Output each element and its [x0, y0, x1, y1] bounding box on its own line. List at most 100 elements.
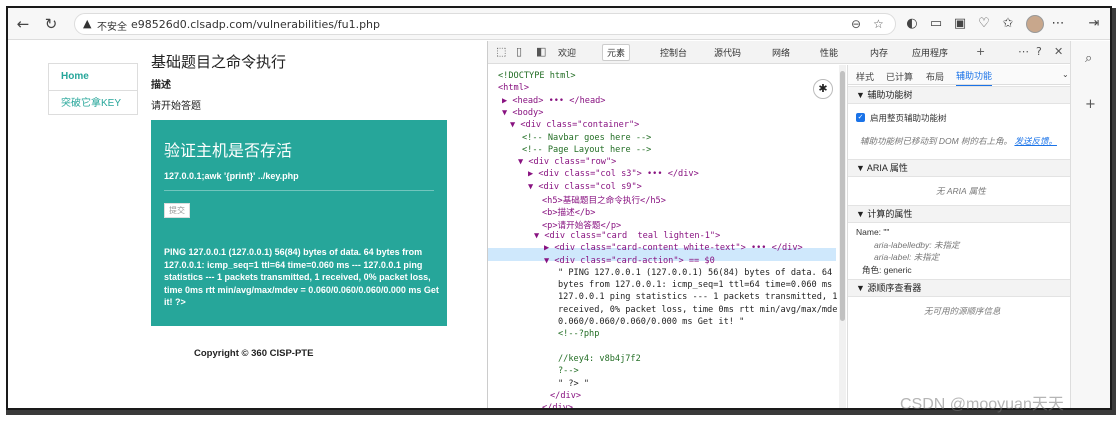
dom-line[interactable]: bytes from 127.0.0.1: icmp_seq=1 ttl=64 … — [558, 280, 838, 290]
ping-output: PING 127.0.0.1 (127.0.0.1) 56(84) bytes … — [164, 247, 439, 307]
devtools-tab-bar: ⬚ ▯ ◧ 欢迎 元素 控制台 源代码 网络 性能 内存 应用程序 + ⋯ ? … — [488, 41, 1070, 64]
no-aria-text: 无 ARIA 属性 — [936, 186, 986, 196]
sidebar-toggle-icon[interactable]: ⇥ — [1086, 16, 1102, 31]
favorite-star-icon[interactable]: ☆ — [873, 17, 884, 31]
tab-elements[interactable]: 元素 — [602, 44, 631, 61]
ping-card: 验证主机是否存活 127.0.0.1;awk '{print}' ../key.… — [151, 120, 447, 326]
browser-toolbar: ← ↻ ▲ 不安全 e98526d0.clsadp.com/vulnerabil… — [8, 8, 1110, 40]
side-tab-styles[interactable]: 样式 — [856, 70, 874, 83]
profile-avatar[interactable] — [1026, 15, 1044, 33]
dom-line[interactable]: ▼ <div class="container"> — [510, 120, 639, 130]
panel-toggle-icon[interactable]: ◧ — [536, 45, 546, 58]
dom-line[interactable]: <!DOCTYPE html> — [498, 71, 576, 81]
dom-line[interactable]: ▶ <div class="col s3"> ••• </div> — [528, 169, 699, 179]
dom-line[interactable]: " PING 127.0.0.1 (127.0.0.1) 56(84) byte… — [558, 268, 832, 278]
edge-sidebar: ⌕ + — [1070, 41, 1110, 408]
refresh-icon[interactable]: ↻ — [42, 15, 60, 33]
tab-welcome[interactable]: 欢迎 — [558, 46, 576, 59]
tab-console[interactable]: 控制台 — [660, 46, 687, 59]
dom-line[interactable]: ▶ <head> ••• </head> — [502, 96, 605, 106]
source-order-header[interactable]: ▼ 源顺序查看器 — [848, 279, 1071, 297]
zoom-icon[interactable]: ⊖ — [851, 17, 861, 31]
dom-line[interactable]: ?--> — [558, 366, 579, 376]
feedback-link[interactable]: 发送反馈。 — [1014, 136, 1057, 146]
favorites-icon[interactable]: ✩ — [1000, 16, 1016, 31]
close-devtools-icon[interactable]: ✕ — [1054, 45, 1063, 58]
dom-line[interactable]: <p>请开始答题</p> — [542, 219, 621, 231]
dom-line[interactable]: </div> — [542, 403, 573, 408]
name-property[interactable]: Name: "" — [856, 227, 889, 237]
tab-memory[interactable]: 内存 — [870, 46, 888, 59]
accessibility-icon[interactable]: ✱ — [813, 79, 833, 99]
dom-line[interactable]: <b>描述</b> — [542, 206, 595, 218]
checkbox-icon[interactable]: ✓ — [856, 113, 865, 122]
more-menu-icon[interactable]: ⋯ — [1050, 16, 1066, 31]
tab-network[interactable]: 网络 — [772, 46, 790, 59]
device-toolbar-icon[interactable]: ▯ — [516, 45, 522, 58]
dom-line[interactable]: <!-- Page Layout here --> — [522, 145, 651, 155]
side-tab-computed[interactable]: 已计算 — [886, 70, 913, 83]
web-page: Home 突破它拿KEY 基础题目之命令执行 描述 请开始答题 验证主机是否存活… — [8, 41, 486, 408]
dom-line[interactable]: </div> — [550, 391, 581, 401]
dom-line[interactable]: ▼ <div class="card teal lighten-1"> — [534, 231, 720, 241]
side-nav: Home 突破它拿KEY — [48, 63, 138, 115]
dom-line[interactable]: ▶ <div class="card-content white-text"> … — [544, 243, 803, 253]
search-icon[interactable]: ⌕ — [1085, 51, 1092, 66]
insecure-label: 不安全 — [97, 22, 127, 33]
full-page-a11y-label: 启用整页辅助功能树 — [870, 113, 947, 123]
devtools-more-icon[interactable]: ⋯ — [1018, 45, 1029, 58]
dom-line[interactable]: ▼ <div class="row"> — [518, 157, 616, 167]
elements-tree[interactable]: <!DOCTYPE html> <html> ▶ <head> ••• </head… — [488, 65, 838, 408]
add-tab-icon[interactable]: + — [976, 45, 985, 58]
dom-line[interactable]: //key4: v8b4j7f2 — [558, 354, 641, 364]
url-text[interactable]: e98526d0.clsadp.com/vulnerabilities/fu1.… — [131, 18, 380, 31]
command-input[interactable]: 127.0.0.1;awk '{print}' ../key.php — [164, 171, 299, 181]
add-icon[interactable]: + — [1085, 97, 1096, 112]
no-source-order-text: 无可用的源顺序信息 — [924, 306, 1001, 316]
inspect-icon[interactable]: ⬚ — [496, 45, 506, 58]
extension-icon[interactable]: ◐ — [904, 16, 920, 31]
labelledby-property: aria-labelledby: 未指定 — [874, 240, 960, 250]
dom-line[interactable]: ▼ <body> — [502, 108, 543, 118]
side-tab-bar: 样式 已计算 布局 辅助功能 ⌄ — [848, 65, 1070, 87]
page-title: 基础题目之命令执行 — [151, 54, 287, 71]
tab-performance[interactable]: 性能 — [820, 46, 838, 59]
tab-application[interactable]: 应用程序 — [912, 46, 948, 59]
dom-line[interactable]: 127.0.0.1 ping statistics --- 1 packets … — [558, 292, 837, 302]
card-title: 验证主机是否存活 — [164, 143, 293, 160]
dom-line[interactable]: ▼ <div class="col s9"> — [528, 182, 642, 192]
computed-props-header[interactable]: ▼ 计算的属性 — [848, 205, 1071, 223]
split-screen-icon[interactable]: ▣ — [952, 16, 968, 31]
browser-essentials-icon[interactable]: ♡ — [976, 16, 992, 31]
watermark: CSDN @mooyuan天天 — [900, 396, 1064, 413]
back-arrow-icon[interactable]: ← — [14, 15, 32, 33]
aria-header[interactable]: ▼ ARIA 属性 — [848, 159, 1071, 177]
dom-line[interactable]: <h5>基础题目之命令执行</h5> — [542, 194, 666, 206]
dom-line[interactable]: <!--?php — [558, 329, 599, 339]
dom-line[interactable]: <!-- Navbar goes here --> — [522, 133, 651, 143]
input-underline — [164, 190, 434, 191]
moved-note: 辅助功能树已移动到 DOM 树的右上角。 发送反馈。 — [860, 136, 1057, 146]
address-bar[interactable]: ▲ 不安全 e98526d0.clsadp.com/vulnerabilitie… — [74, 13, 896, 35]
submit-button[interactable]: 提交 — [164, 203, 190, 218]
dom-line[interactable]: <html> — [498, 83, 529, 93]
dom-line[interactable]: received, 0% packet loss, time 0ms rtt m… — [558, 305, 838, 315]
description-heading: 描述 — [151, 80, 171, 91]
nav-item-home[interactable]: Home — [49, 64, 137, 90]
nav-item-get-key[interactable]: 突破它拿KEY — [49, 90, 137, 116]
tab-sources[interactable]: 源代码 — [714, 46, 741, 59]
dom-line[interactable]: " ?> " — [558, 379, 589, 389]
elements-scrollbar[interactable] — [839, 65, 846, 408]
start-text: 请开始答题 — [151, 101, 201, 112]
dom-line[interactable]: ▼ <div class="card-action"> == $0 — [544, 256, 715, 266]
side-tab-accessibility[interactable]: 辅助功能 — [956, 69, 993, 87]
help-icon[interactable]: ? — [1036, 45, 1042, 58]
side-tab-layout[interactable]: 布局 — [926, 70, 944, 83]
reading-icon[interactable]: ▭ — [928, 16, 944, 31]
side-pane: 样式 已计算 布局 辅助功能 ⌄ ▼ 辅助功能树 ✓ 启用整页辅助功能树 辅助功… — [847, 65, 1071, 408]
chevron-down-icon[interactable]: ⌄ — [1062, 70, 1069, 79]
a11y-tree-header[interactable]: ▼ 辅助功能树 — [848, 86, 1071, 104]
frame-shadow-right — [1112, 8, 1116, 415]
dom-line[interactable]: 0.060/0.060/0.060/0.000 ms Get it! " — [558, 317, 744, 327]
role-property: 角色: generic — [862, 265, 912, 275]
